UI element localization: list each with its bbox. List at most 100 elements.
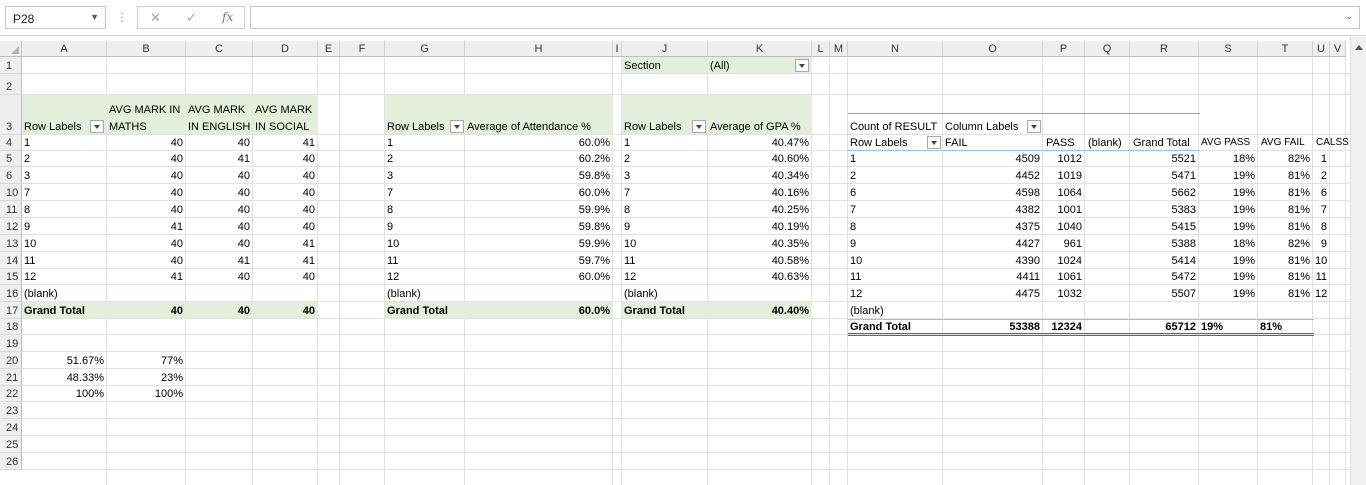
pivot2-attendance-value: 60.0% — [578, 187, 610, 199]
row-header-11[interactable]: 11 — [0, 201, 22, 218]
row-header-18[interactable]: 18 — [0, 319, 22, 335]
horizontal-gridline — [22, 234, 1350, 235]
pivot4-total-value: 5383 — [1171, 204, 1196, 216]
scroll-up-arrow-icon[interactable] — [1355, 45, 1363, 50]
pivot4-calss-value: 6 — [1320, 187, 1327, 199]
worksheet-grid[interactable]: ABCDEFGHIJKLMNOPQRSTUV 1 2 3 4 5 6 10 11 12 13 14 1… — [0, 37, 1366, 485]
row-header-16[interactable]: 16 — [0, 285, 22, 302]
pivot1-maths-value: 41 — [170, 221, 183, 233]
column-header-i[interactable]: I — [613, 41, 622, 57]
vertical-scrollbar[interactable] — [1350, 37, 1366, 485]
pivot4-avg-fail-value: 81% — [1287, 255, 1310, 267]
formula-input[interactable]: ⌄ — [250, 6, 1360, 29]
column-header-c[interactable]: C — [186, 41, 253, 57]
pivot2-attendance-value: 60.2% — [578, 153, 610, 165]
column-header-l[interactable]: L — [812, 41, 830, 57]
row-header-24[interactable]: 24 — [0, 419, 22, 436]
column-header-e[interactable]: E — [318, 41, 340, 57]
row-header-14[interactable]: 14 — [0, 252, 22, 269]
pivot2-total-value: 60.0% — [578, 305, 610, 317]
pivot3-row-filter-dropdown[interactable] — [692, 120, 706, 133]
pivot2-row-label: 9 — [387, 221, 394, 233]
pivot4-column-filter-dropdown[interactable] — [1027, 120, 1041, 133]
horizontal-gridline — [22, 368, 1350, 369]
column-header-r[interactable]: R — [1130, 41, 1199, 57]
column-header-f[interactable]: F — [340, 41, 385, 57]
row-header-4[interactable]: 4 — [0, 135, 22, 151]
pivot4-total-topline — [848, 319, 1314, 320]
column-header-q[interactable]: Q — [1085, 41, 1130, 57]
column-header-o[interactable]: O — [943, 41, 1043, 57]
column-header-s[interactable]: S — [1199, 41, 1258, 57]
pivot2-attendance-value: 60.0% — [578, 137, 610, 149]
name-box[interactable]: P28 ▼ — [5, 6, 106, 29]
pivot4-total-value: 5415 — [1171, 221, 1196, 233]
horizontal-gridline — [22, 166, 1350, 167]
pivot4-total-pass: 12324 — [1051, 321, 1082, 333]
pivot1-header-maths-line2: MATHS — [109, 121, 147, 133]
row-header-15[interactable]: 15 — [0, 269, 22, 285]
pivot1-social-value: 40 — [302, 204, 315, 216]
pivot4-avg-fail-value: 81% — [1287, 221, 1310, 233]
pivot2-row-label: 8 — [387, 204, 394, 216]
pivot3-section-filter-dropdown[interactable] — [795, 59, 809, 72]
expand-formula-bar-icon[interactable]: ⌄ — [1345, 11, 1353, 22]
column-header-d[interactable]: D — [253, 41, 318, 57]
enter-icon[interactable]: ✓ — [186, 10, 197, 26]
column-header-h[interactable]: H — [465, 41, 613, 57]
insert-function-icon[interactable]: fx — [222, 10, 233, 24]
row-header-26[interactable]: 26 — [0, 453, 22, 470]
pivot1-english-value: 40 — [237, 170, 250, 182]
pivot4-avg-fail-header: AVG FAIL — [1261, 137, 1305, 148]
horizontal-gridline — [22, 134, 1350, 135]
row-header-19[interactable]: 19 — [0, 335, 22, 352]
row-header-12[interactable]: 12 — [0, 218, 22, 235]
pivot1-header-maths-line1: AVG MARK IN — [109, 104, 181, 116]
pivot2-filter-dropdown[interactable] — [450, 120, 464, 133]
column-header-p[interactable]: P — [1043, 41, 1085, 57]
select-all-button[interactable] — [0, 41, 22, 57]
pivot4-fail-value: 4411 — [1016, 271, 1040, 283]
pivot4-pass-header: PASS — [1046, 137, 1075, 149]
column-header-m[interactable]: M — [830, 41, 848, 57]
row-header-21[interactable]: 21 — [0, 369, 22, 386]
column-header-v[interactable]: V — [1330, 41, 1346, 57]
pivot4-grand-total-label: Grand Total — [850, 321, 911, 333]
column-header-b[interactable]: B — [107, 41, 186, 57]
row-header-10[interactable]: 10 — [0, 184, 22, 201]
row-header-1[interactable]: 1 — [0, 57, 22, 74]
pivot1-filter-dropdown[interactable] — [90, 120, 104, 133]
row-header-5[interactable]: 5 — [0, 151, 22, 167]
row-header-17[interactable]: 17 — [0, 302, 22, 319]
row-header-22[interactable]: 22 — [0, 386, 22, 402]
pivot4-fail-header: FAIL — [945, 137, 968, 149]
column-header-n[interactable]: N — [848, 41, 943, 57]
pivot4-total-total: 65712 — [1165, 321, 1196, 333]
pivot4-avg-pass-value: 19% — [1232, 204, 1255, 216]
pivot4-row-label: 6 — [850, 187, 857, 199]
column-header-g[interactable]: G — [385, 41, 465, 57]
column-header-a[interactable]: A — [22, 41, 107, 57]
column-header-t[interactable]: T — [1258, 41, 1313, 57]
row-header-2[interactable]: 2 — [0, 74, 22, 95]
row-header-25[interactable]: 25 — [0, 436, 22, 453]
pivot4-pass-value: 1040 — [1057, 221, 1082, 233]
row-header-6[interactable]: 6 — [0, 167, 22, 184]
cancel-icon[interactable]: ✕ — [150, 10, 161, 26]
row-header-20[interactable]: 20 — [0, 352, 22, 369]
pivot4-header-underline — [848, 150, 1200, 151]
pivot4-calss-value: 9 — [1320, 238, 1327, 250]
pivot1-social-value: 40 — [302, 153, 315, 165]
pivot3-gpa-value: 40.25% — [771, 204, 809, 216]
row-header-13[interactable]: 13 — [0, 235, 22, 252]
chevron-down-icon[interactable]: ▼ — [90, 12, 99, 22]
column-header-u[interactable]: U — [1313, 41, 1330, 57]
column-header-k[interactable]: K — [708, 41, 812, 57]
row-header-3[interactable]: 3 — [0, 95, 22, 135]
pivot4-row-filter-dropdown[interactable] — [927, 136, 941, 149]
pivot3-row-label: 11 — [624, 255, 636, 267]
horizontal-gridline — [22, 418, 1350, 419]
column-header-j[interactable]: J — [622, 41, 708, 57]
pivot4-row-label: 9 — [850, 238, 857, 250]
row-header-23[interactable]: 23 — [0, 402, 22, 419]
